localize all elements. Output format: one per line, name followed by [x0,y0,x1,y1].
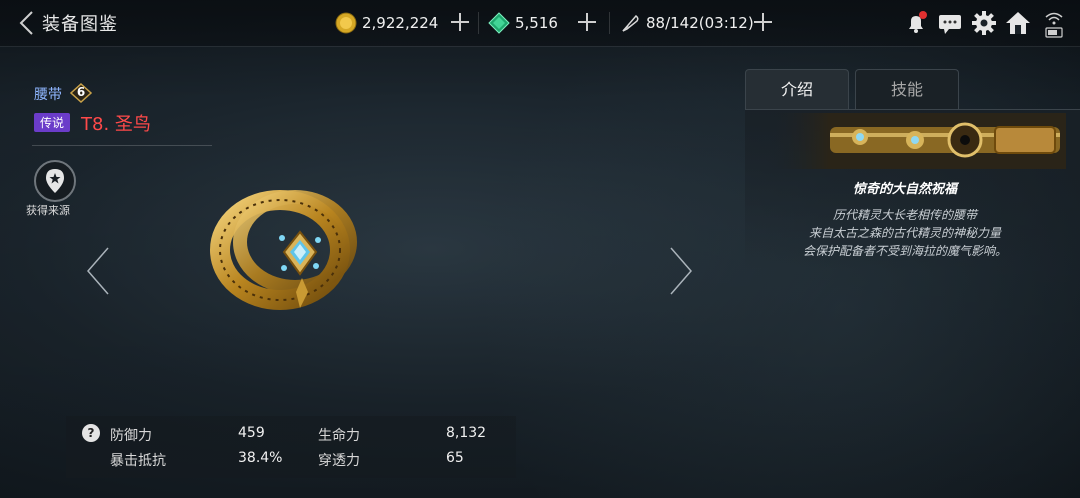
rarity-badge: 传说 [34,113,71,132]
tab-intro[interactable]: 介绍 [745,69,849,109]
crit-resist-label: 暴击抵抗 [110,453,166,469]
acquire-source-label: 获得来源 [26,204,70,217]
enhance-level-badge: 6 [69,82,93,104]
chat-button[interactable] [937,10,963,36]
hp-value: 8,132 [446,425,487,441]
crit-resist-value: 38.4% [238,450,283,466]
add-stamina-button[interactable] [752,11,774,33]
penetration-value: 65 [446,450,464,466]
divider [32,145,212,146]
hp-label: 生命力 [318,428,360,444]
divider [609,12,610,34]
description-line: 会保护配备者不受到海拉的魔气影响。 [802,244,1007,258]
description-line: 历代精灵大长老相传的腰带 [832,208,977,222]
belt-item-image [210,190,357,310]
chevron-right-icon [670,247,692,295]
home-icon [1006,12,1030,34]
description-line: 来自太古之森的古代精灵的神秘力量 [808,226,1001,240]
divider [478,12,479,34]
enhance-level-value: 6 [76,85,86,99]
add-gold-button[interactable] [449,11,471,33]
back-button[interactable] [14,8,40,38]
chevron-left-icon [19,11,33,35]
gold-coin-icon [335,12,357,34]
next-item-arrow[interactable] [665,245,695,297]
home-button[interactable] [1005,10,1031,36]
map-pin-star-icon [46,169,64,193]
defense-label: 防御力 [110,428,152,444]
acquire-source-button[interactable] [34,160,76,202]
settings-button[interactable] [971,10,997,36]
chat-bubble-icon [939,15,961,34]
description-title: 惊奇的大自然祝福 [852,182,957,197]
gem-amount: 5,516 [515,14,558,32]
gold-amount: 2,922,224 [362,14,439,32]
gear-icon [972,11,996,35]
bell-icon [909,11,927,33]
item-slot-label: 腰带 [34,87,62,103]
stamina-amount: 88/142(03:12) [646,14,754,32]
belt-banner-image [770,113,1066,169]
notification-button[interactable] [903,10,929,36]
help-icon[interactable]: ? [82,424,100,442]
penetration-label: 穿透力 [318,453,360,469]
gem-display: 5,516 [488,10,558,36]
gold-display: 2,922,224 [335,10,438,36]
feather-quill-icon [622,15,639,32]
stamina-display: 88/142(03:12) [619,10,754,36]
page-title: 装备图鉴 [42,14,118,35]
previous-item-arrow[interactable] [84,245,114,297]
chevron-left-icon [87,247,109,295]
add-gem-button[interactable] [576,11,598,33]
tab-skill[interactable]: 技能 [855,69,959,109]
top-bar-divider [0,46,1080,47]
wifi-battery-icon [1045,12,1063,38]
green-gem-icon [488,12,510,34]
status-indicator [1043,10,1065,38]
defense-value: 459 [238,425,265,441]
item-name: T8. 圣鸟 [81,114,151,135]
